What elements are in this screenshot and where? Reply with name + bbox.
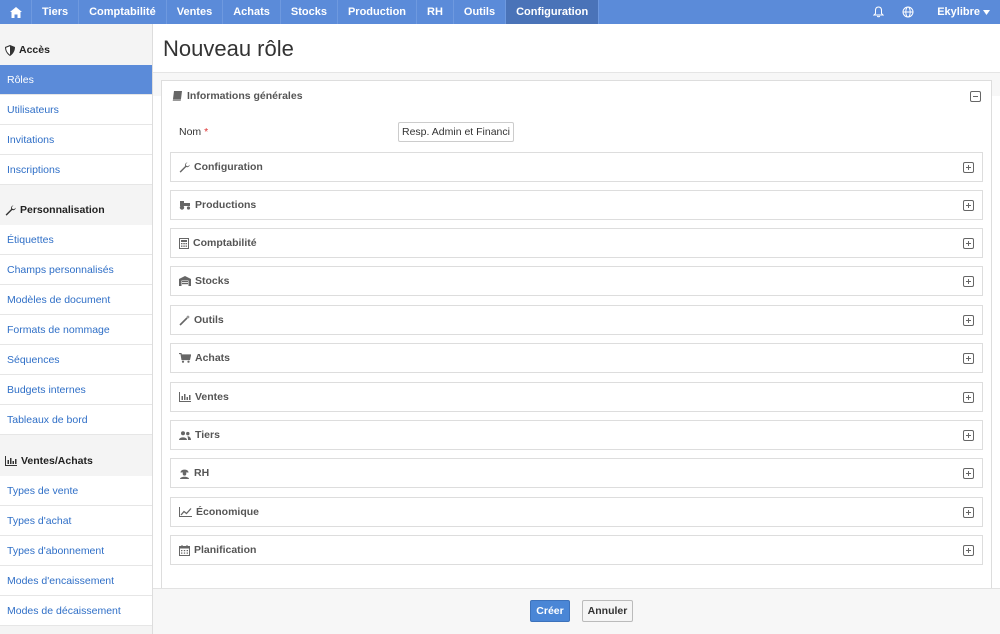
shield-icon [5, 44, 15, 56]
sidebar-item-sequences[interactable]: Séquences [0, 345, 152, 375]
sidebar-item-modes-decaissement[interactable]: Modes de décaissement [0, 596, 152, 626]
expand-icon[interactable] [963, 161, 974, 173]
expand-icon[interactable] [963, 352, 974, 364]
cart-icon [179, 353, 191, 363]
sidebar-section-personnalisation: Personnalisation [0, 195, 152, 225]
section-configuration[interactable]: Configuration [170, 152, 983, 182]
sidebar-item-inscriptions[interactable]: Inscriptions [0, 155, 152, 185]
form-actions: Créer Annuler [153, 588, 1000, 634]
expand-icon[interactable] [963, 391, 974, 403]
expand-icon[interactable] [963, 275, 974, 287]
home-icon[interactable] [0, 0, 32, 24]
nav-comptabilite[interactable]: Comptabilité [79, 0, 167, 24]
people-icon [179, 430, 191, 440]
bar-chart-icon [179, 392, 191, 402]
tractor-icon [179, 201, 191, 210]
sidebar-item-tableaux-bord[interactable]: Tableaux de bord [0, 405, 152, 435]
sidebar-item-roles[interactable]: Rôles [0, 65, 152, 95]
section-rh[interactable]: RH [170, 458, 983, 488]
name-input[interactable] [398, 122, 514, 142]
name-field-row: Nom * [179, 122, 514, 142]
sidebar-item-utilisateurs[interactable]: Utilisateurs [0, 95, 152, 125]
nav-production[interactable]: Production [338, 0, 418, 24]
worker-icon [180, 469, 189, 479]
line-chart-icon [179, 507, 192, 517]
sidebar-item-budgets-internes[interactable]: Budgets internes [0, 375, 152, 405]
sidebar-section-acces: Accès [0, 35, 152, 65]
sidebar-section-ventes-achats: Ventes/Achats [0, 446, 152, 476]
expand-icon[interactable] [963, 506, 974, 518]
warehouse-icon [179, 276, 191, 286]
sidebar-item-modes-encaissement[interactable]: Modes d'encaissement [0, 566, 152, 596]
calculator-icon [179, 237, 189, 249]
section-ventes[interactable]: Ventes [170, 382, 983, 412]
sidebar-item-formats-nommage[interactable]: Formats de nommage [0, 315, 152, 345]
sidebar-item-modeles-document[interactable]: Modèles de document [0, 285, 152, 315]
expand-icon[interactable] [963, 199, 974, 211]
nav-ventes[interactable]: Ventes [167, 0, 224, 24]
caret-down-icon [983, 9, 990, 15]
calendar-icon [179, 544, 190, 556]
expand-icon[interactable] [963, 429, 974, 441]
book-icon [172, 91, 182, 101]
nav-tiers[interactable]: Tiers [32, 0, 80, 24]
sidebar-item-types-abonnement[interactable]: Types d'abonnement [0, 536, 152, 566]
name-label: Nom * [179, 126, 209, 138]
user-menu[interactable]: Ekylibre [923, 6, 1000, 18]
required-marker: * [204, 126, 209, 138]
nav-configuration[interactable]: Configuration [506, 0, 600, 24]
nav-achats[interactable]: Achats [223, 0, 281, 24]
section-outils[interactable]: Outils [170, 305, 983, 335]
expand-icon[interactable] [963, 544, 974, 556]
section-comptabilite[interactable]: Comptabilité [170, 228, 983, 258]
section-achats[interactable]: Achats [170, 343, 983, 373]
user-name: Ekylibre [937, 6, 980, 18]
section-economique[interactable]: Économique [170, 497, 983, 527]
nav-outils[interactable]: Outils [454, 0, 507, 24]
panel-header[interactable]: Informations générales [162, 81, 991, 111]
wrench-icon [179, 161, 190, 173]
magic-wand-icon [179, 314, 190, 326]
cancel-button[interactable]: Annuler [582, 600, 633, 622]
general-info-panel: Informations générales Nom * Configurati… [161, 80, 992, 603]
expand-icon[interactable] [963, 237, 974, 249]
top-navbar: Tiers Comptabilité Ventes Achats Stocks … [0, 0, 1000, 24]
main-content: Nouveau rôle Informations générales Nom … [153, 24, 1000, 634]
sidebar-item-types-achat[interactable]: Types d'achat [0, 506, 152, 536]
section-productions[interactable]: Productions [170, 190, 983, 220]
create-button[interactable]: Créer [530, 600, 570, 622]
page-title: Nouveau rôle [163, 36, 294, 61]
bar-chart-icon [5, 456, 17, 466]
sidebar-item-champs-personnalises[interactable]: Champs personnalisés [0, 255, 152, 285]
collapse-icon[interactable] [970, 90, 981, 102]
bell-icon[interactable] [863, 0, 893, 24]
section-planification[interactable]: Planification [170, 535, 983, 565]
globe-icon[interactable] [893, 0, 923, 24]
section-tiers[interactable]: Tiers [170, 420, 983, 450]
sidebar: Accès Rôles Utilisateurs Invitations Ins… [0, 24, 153, 634]
sidebar-item-invitations[interactable]: Invitations [0, 125, 152, 155]
expand-icon[interactable] [963, 314, 974, 326]
nav-rh[interactable]: RH [417, 0, 454, 24]
wrench-icon [5, 204, 16, 216]
nav-stocks[interactable]: Stocks [281, 0, 338, 24]
sidebar-item-etiquettes[interactable]: Étiquettes [0, 225, 152, 255]
expand-icon[interactable] [963, 467, 974, 479]
sidebar-item-types-vente[interactable]: Types de vente [0, 476, 152, 506]
section-stocks[interactable]: Stocks [170, 266, 983, 296]
